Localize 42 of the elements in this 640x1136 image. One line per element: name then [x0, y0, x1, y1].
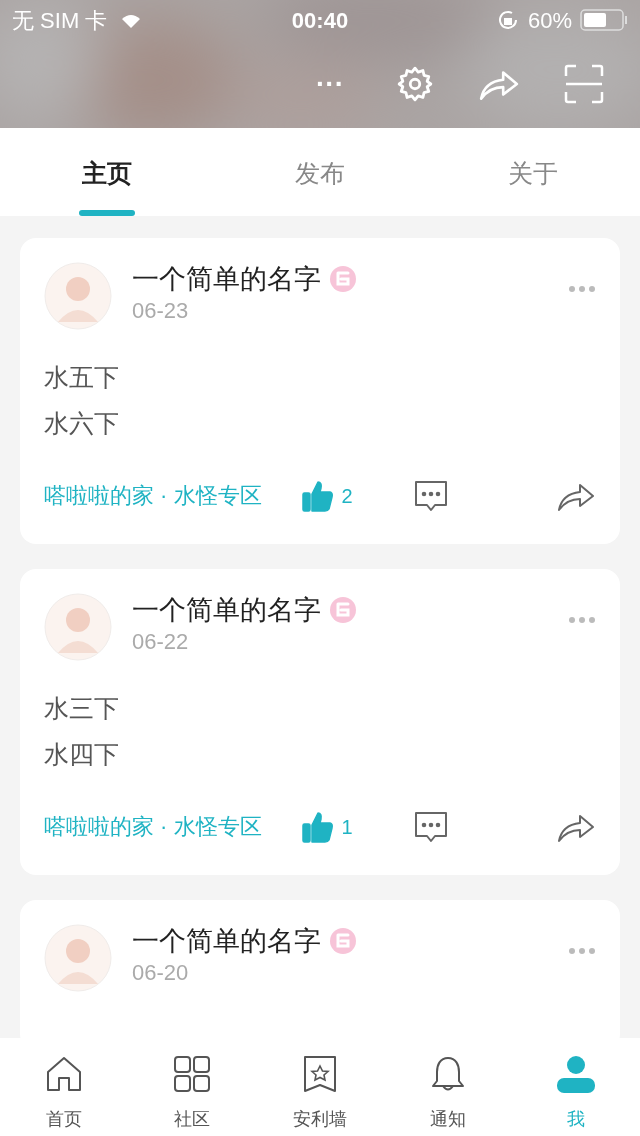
grid-icon	[172, 1054, 212, 1094]
more-icon[interactable]	[568, 285, 596, 293]
post-card[interactable]: 一个简单的名字 06-23 水五下 水六下 嗒啦啦的家 · 水怪专区 2	[20, 238, 620, 544]
post-text: 水六下	[44, 408, 120, 439]
nav-tab[interactable]: 社区	[128, 1038, 256, 1136]
comment-icon[interactable]	[412, 480, 449, 512]
tab[interactable]: 关于	[426, 128, 640, 216]
thumbs-up-icon	[301, 811, 334, 843]
battery-percent: 60%	[527, 6, 572, 35]
carrier-label: 无 SIM 卡	[12, 6, 108, 35]
level-badge-icon	[329, 265, 357, 293]
more-icon[interactable]	[568, 616, 596, 624]
tab[interactable]: 主页	[0, 128, 214, 216]
battery-icon	[580, 9, 628, 31]
user-icon	[556, 1054, 596, 1094]
avatar[interactable]	[44, 924, 112, 992]
nav-tab[interactable]: 安利墙	[256, 1038, 384, 1136]
author-name: 一个简单的名字	[132, 925, 321, 958]
thumbs-up-icon	[301, 480, 334, 512]
author-name: 一个简单的名字	[132, 594, 321, 627]
more-icon[interactable]	[568, 947, 596, 955]
post-date: 06-20	[132, 959, 190, 987]
avatar[interactable]	[44, 593, 112, 661]
nav-tab[interactable]: 通知	[384, 1038, 512, 1136]
post-date: 06-22	[132, 628, 190, 656]
post-text: 水三下	[44, 693, 120, 724]
nav-tab[interactable]: 首页	[0, 1038, 128, 1136]
settings-icon[interactable]	[396, 65, 434, 103]
clock: 00:40	[291, 6, 349, 35]
post-text: 水五下	[44, 362, 120, 393]
comment-icon[interactable]	[412, 811, 449, 843]
tab[interactable]: 发布	[213, 128, 427, 216]
avatar[interactable]	[44, 262, 112, 330]
post-text: 水四下	[44, 739, 120, 770]
post-card[interactable]: 一个简单的名字 06-20	[20, 900, 620, 1038]
level-badge-icon	[329, 596, 357, 624]
home-icon	[44, 1054, 84, 1094]
post-date: 06-23	[132, 297, 190, 325]
author-name: 一个简单的名字	[132, 263, 321, 296]
level-badge-icon	[329, 927, 357, 955]
scan-icon[interactable]	[564, 64, 604, 104]
post-card[interactable]: 一个简单的名字 06-22 水三下 水四下 嗒啦啦的家 · 水怪专区 1	[20, 569, 620, 875]
